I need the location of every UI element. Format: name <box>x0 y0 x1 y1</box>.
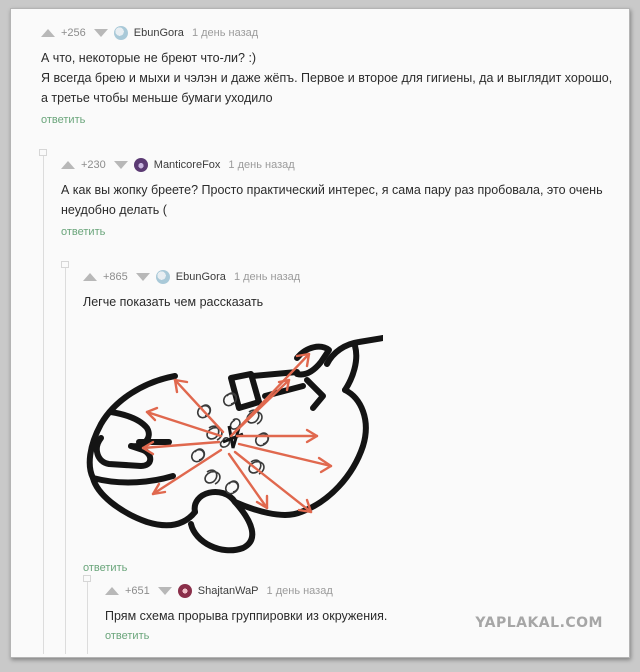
upvote-icon[interactable] <box>41 29 55 37</box>
comment-meta: +230 ManticoreFox 1 день назад <box>61 157 616 173</box>
comment-meta: +256 EbunGora 1 день назад <box>41 25 616 41</box>
downvote-icon[interactable] <box>135 273 150 281</box>
attached-drawing[interactable] <box>83 316 383 556</box>
comment-rating: +256 <box>61 27 86 39</box>
comment-meta: +651 ShajtanWaP 1 день назад <box>105 583 610 599</box>
comment-time[interactable]: 1 день назад <box>228 159 294 171</box>
comment: +230 ManticoreFox 1 день назад А как вы … <box>61 157 616 240</box>
comment-time[interactable]: 1 день назад <box>192 27 258 39</box>
reply-link[interactable]: ответить <box>41 114 85 126</box>
reply-link[interactable]: ответить <box>105 630 149 642</box>
downvote-icon[interactable] <box>113 161 128 169</box>
thread-line <box>43 149 44 654</box>
comment-text: А как вы жопку бреете? Просто практическ… <box>61 180 616 220</box>
comment-line: А как вы жопку бреете? Просто практическ… <box>61 183 603 197</box>
avatar[interactable] <box>133 158 148 172</box>
comment-rating: +865 <box>103 271 128 283</box>
upvote-icon[interactable] <box>105 587 119 595</box>
comments-page: +256 EbunGora 1 день назад А что, некото… <box>10 8 630 658</box>
comment-text: Легче показать чем рассказать <box>83 292 613 312</box>
comment-meta: +865 EbunGora 1 день назад <box>83 269 613 285</box>
upvote-icon[interactable] <box>83 273 97 281</box>
comment-rating: +651 <box>125 585 150 597</box>
comment-line: неудобно делать ( <box>61 203 167 217</box>
avatar[interactable] <box>155 270 170 284</box>
site-watermark: YAPLAKAL.COM <box>475 615 603 631</box>
downvote-icon[interactable] <box>93 29 108 37</box>
comment-line: Легче показать чем рассказать <box>83 295 264 309</box>
comment-line: А что, некоторые не бреют что-ли? :) <box>41 51 257 65</box>
downvote-icon[interactable] <box>157 587 172 595</box>
comment: +256 EbunGora 1 день назад А что, некото… <box>41 25 616 128</box>
thread-collapse-toggle[interactable] <box>61 261 69 268</box>
reply-link[interactable]: ответить <box>83 562 127 574</box>
reply-link[interactable]: ответить <box>61 226 105 238</box>
comment-rating: +230 <box>81 159 106 171</box>
comment-time[interactable]: 1 день назад <box>267 585 333 597</box>
comment-time[interactable]: 1 день назад <box>234 271 300 283</box>
comment-line: а третье чтобы меньше бумаги уходило <box>41 91 273 105</box>
comment: +651 ShajtanWaP 1 день назад Прям схема … <box>105 583 610 644</box>
comment-line: Я всегда брею и мыхи и чэлэн и даже жёпъ… <box>41 71 613 85</box>
avatar[interactable] <box>113 26 128 40</box>
author-name[interactable]: ManticoreFox <box>154 159 221 171</box>
author-name[interactable]: EbunGora <box>134 27 184 39</box>
upvote-icon[interactable] <box>61 161 75 169</box>
thread-collapse-toggle[interactable] <box>39 149 47 156</box>
author-name[interactable]: ShajtanWaP <box>198 585 259 597</box>
comment: +865 EbunGora 1 день назад Легче показат… <box>83 269 613 576</box>
author-name[interactable]: EbunGora <box>176 271 226 283</box>
drawing-outline <box>86 335 383 554</box>
thread-collapse-toggle[interactable] <box>83 575 91 582</box>
avatar[interactable] <box>177 584 192 598</box>
thread-line <box>65 261 66 654</box>
comment-text: А что, некоторые не бреют что-ли? :) Я в… <box>41 48 616 108</box>
thread-line <box>87 575 88 654</box>
